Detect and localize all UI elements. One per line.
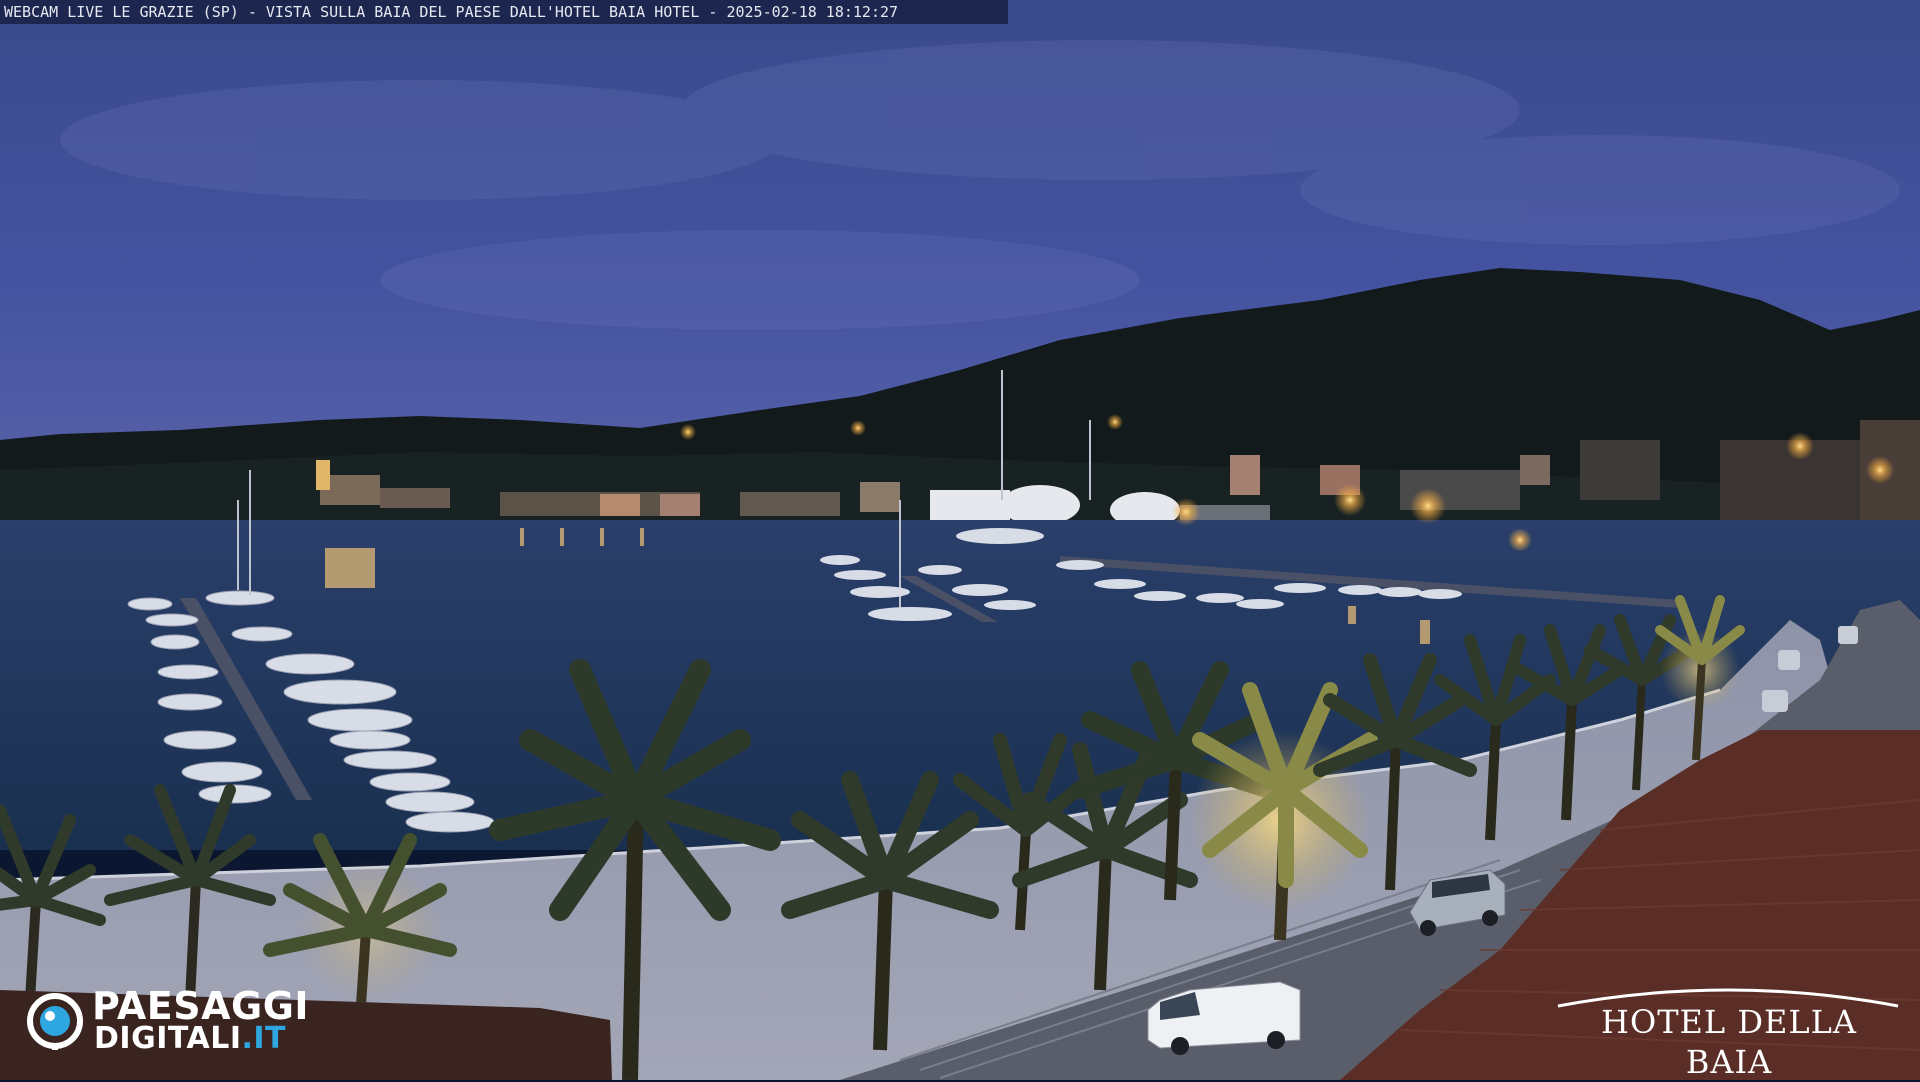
webcam-scene bbox=[0, 0, 1920, 1080]
hotel-della-baia-logo: HOTEL DELLA BAIA bbox=[1548, 982, 1908, 1081]
logo-line2: DIGITALI.IT bbox=[94, 1022, 286, 1056]
logo-line2-accent: .IT bbox=[241, 1021, 287, 1056]
eye-logo-icon bbox=[27, 993, 83, 1050]
webcam-title: WEBCAM LIVE LE GRAZIE (SP) - VISTA SULLA… bbox=[4, 3, 899, 21]
logo-line1: PAESAGGI bbox=[92, 984, 310, 1028]
webcam-title-bar: WEBCAM LIVE LE GRAZIE (SP) - VISTA SULLA… bbox=[0, 0, 1008, 24]
paesaggi-digitali-logo: PAESAGGI DIGITALI.IT bbox=[26, 986, 356, 1056]
hotel-name: HOTEL DELLA BAIA bbox=[1601, 1003, 1857, 1081]
logo-line2-main: DIGITALI bbox=[94, 1021, 242, 1056]
